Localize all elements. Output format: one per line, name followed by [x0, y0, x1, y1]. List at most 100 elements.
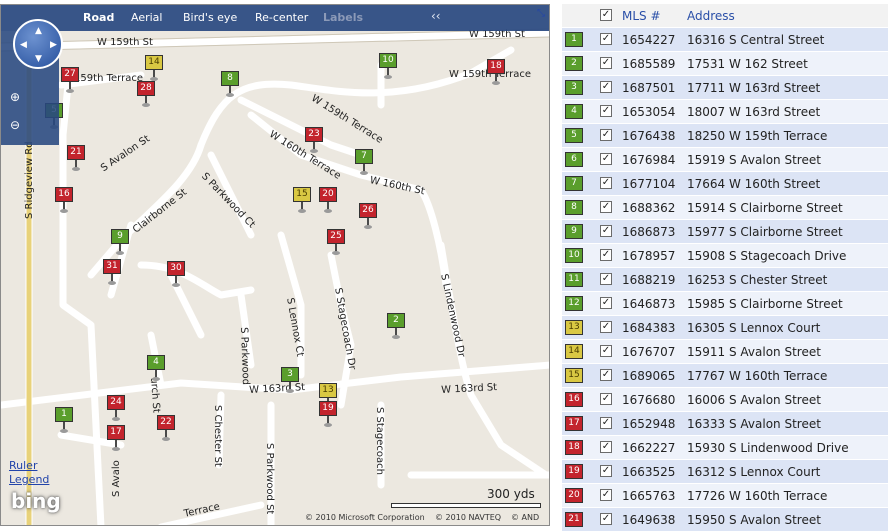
- table-row[interactable]: 7 ✓ 1677104 17664 W 160th Street: [562, 172, 888, 196]
- table-row[interactable]: 8 ✓ 1688362 15914 S Clairborne Street: [562, 196, 888, 220]
- table-row[interactable]: 3 ✓ 1687501 17711 W 163rd Street: [562, 76, 888, 100]
- map-view[interactable]: W 159th St W 159th St W 159th Terrace W …: [0, 4, 550, 526]
- listing-address[interactable]: 17711 W 163rd Street: [687, 81, 820, 95]
- table-row[interactable]: 16 ✓ 1676680 16006 S Avalon Street: [562, 388, 888, 412]
- table-row[interactable]: 1 ✓ 1654227 16316 S Central Street: [562, 28, 888, 52]
- listing-marker-badge[interactable]: 16: [565, 392, 583, 407]
- table-row[interactable]: 11 ✓ 1688219 16253 S Chester Street: [562, 268, 888, 292]
- listing-marker-badge[interactable]: 11: [565, 272, 583, 287]
- row-checkbox[interactable]: ✓: [600, 345, 612, 357]
- map-pin-20[interactable]: 20: [319, 187, 337, 213]
- row-checkbox[interactable]: ✓: [600, 201, 612, 213]
- map-pin-10[interactable]: 10: [379, 53, 397, 79]
- map-pin-19[interactable]: 19: [319, 401, 337, 427]
- listing-marker-badge[interactable]: 13: [565, 320, 583, 335]
- labels-toggle[interactable]: Labels: [323, 11, 363, 24]
- listing-address[interactable]: 17726 W 160th Terrace: [687, 489, 827, 503]
- road-view-button[interactable]: Road: [83, 11, 114, 24]
- table-row[interactable]: 14 ✓ 1676707 15911 S Avalon Street: [562, 340, 888, 364]
- table-row[interactable]: 2 ✓ 1685589 17531 W 162 Street: [562, 52, 888, 76]
- listing-marker-badge[interactable]: 7: [565, 176, 583, 191]
- listing-marker-badge[interactable]: 18: [565, 440, 583, 455]
- birds-eye-view-button[interactable]: Bird's eye: [183, 11, 237, 24]
- listing-address[interactable]: 15919 S Avalon Street: [687, 153, 821, 167]
- listing-address[interactable]: 15985 S Clairborne Street: [687, 297, 843, 311]
- listing-marker-badge[interactable]: 6: [565, 152, 583, 167]
- listing-marker-badge[interactable]: 4: [565, 104, 583, 119]
- listing-address[interactable]: 18007 W 163rd Street: [687, 105, 820, 119]
- listing-address[interactable]: 18250 W 159th Terrace: [687, 129, 827, 143]
- table-row[interactable]: 17 ✓ 1652948 16333 S Avalon Street: [562, 412, 888, 436]
- map-pin-7[interactable]: 7: [355, 149, 373, 175]
- legend-link[interactable]: Legend: [9, 473, 49, 486]
- table-row[interactable]: 9 ✓ 1686873 15977 S Clairborne Street: [562, 220, 888, 244]
- map-pin-18[interactable]: 18: [487, 59, 505, 85]
- map-pin-2[interactable]: 2: [387, 313, 405, 339]
- listing-marker-badge[interactable]: 8: [565, 200, 583, 215]
- row-checkbox[interactable]: ✓: [600, 417, 612, 429]
- table-row[interactable]: 18 ✓ 1662227 15930 S Lindenwood Drive: [562, 436, 888, 460]
- row-checkbox[interactable]: ✓: [600, 57, 612, 69]
- row-checkbox[interactable]: ✓: [600, 489, 612, 501]
- zoom-in-icon[interactable]: ⊕: [7, 89, 23, 105]
- listing-marker-badge[interactable]: 21: [565, 512, 583, 527]
- listing-address[interactable]: 16333 S Avalon Street: [687, 417, 821, 431]
- map-pin-17[interactable]: 17: [107, 425, 125, 451]
- row-checkbox[interactable]: ✓: [600, 225, 612, 237]
- table-row[interactable]: 19 ✓ 1663525 16312 S Lennox Court: [562, 460, 888, 484]
- row-checkbox[interactable]: ✓: [600, 273, 612, 285]
- listing-address[interactable]: 15914 S Clairborne Street: [687, 201, 843, 215]
- pan-down-icon[interactable]: ▼: [35, 55, 42, 64]
- map-pin-30[interactable]: 30: [167, 261, 185, 287]
- map-pin-21[interactable]: 21: [67, 145, 85, 171]
- map-pin-27[interactable]: 27: [61, 67, 79, 93]
- table-row[interactable]: 13 ✓ 1684383 16305 S Lennox Court: [562, 316, 888, 340]
- listing-marker-badge[interactable]: 12: [565, 296, 583, 311]
- listing-marker-badge[interactable]: 3: [565, 80, 583, 95]
- listing-marker-badge[interactable]: 1: [565, 32, 583, 47]
- map-pin-23[interactable]: 23: [305, 127, 323, 153]
- listing-address[interactable]: 17531 W 162 Street: [687, 57, 808, 71]
- table-row[interactable]: 12 ✓ 1646873 15985 S Clairborne Street: [562, 292, 888, 316]
- listing-marker-badge[interactable]: 17: [565, 416, 583, 431]
- row-checkbox[interactable]: ✓: [600, 441, 612, 453]
- map-pin-16[interactable]: 16: [55, 187, 73, 213]
- row-checkbox[interactable]: ✓: [600, 393, 612, 405]
- listing-marker-badge[interactable]: 20: [565, 488, 583, 503]
- zoom-out-icon[interactable]: ⊖: [7, 117, 23, 133]
- aerial-view-button[interactable]: Aerial: [131, 11, 162, 24]
- listing-address[interactable]: 15908 S Stagecoach Drive: [687, 249, 846, 263]
- table-row[interactable]: 20 ✓ 1665763 17726 W 160th Terrace: [562, 484, 888, 508]
- table-row[interactable]: 10 ✓ 1678957 15908 S Stagecoach Drive: [562, 244, 888, 268]
- map-pin-8[interactable]: 8: [221, 71, 239, 97]
- row-checkbox[interactable]: ✓: [600, 153, 612, 165]
- listing-address[interactable]: 16006 S Avalon Street: [687, 393, 821, 407]
- map-pin-4[interactable]: 4: [147, 355, 165, 381]
- map-pin-28[interactable]: 28: [137, 81, 155, 107]
- map-pin-24[interactable]: 24: [107, 395, 125, 421]
- row-checkbox[interactable]: ✓: [600, 33, 612, 45]
- row-checkbox[interactable]: ✓: [600, 369, 612, 381]
- row-checkbox[interactable]: ✓: [600, 297, 612, 309]
- row-checkbox[interactable]: ✓: [600, 465, 612, 477]
- listing-marker-badge[interactable]: 10: [565, 248, 583, 263]
- listing-marker-badge[interactable]: 19: [565, 464, 583, 479]
- map-pin-15[interactable]: 15: [293, 187, 311, 213]
- map-pin-26[interactable]: 26: [359, 203, 377, 229]
- map-pin-22[interactable]: 22: [157, 415, 175, 441]
- listing-marker-badge[interactable]: 5: [565, 128, 583, 143]
- listing-address[interactable]: 15911 S Avalon Street: [687, 345, 821, 359]
- expand-map-icon[interactable]: ⤡: [537, 8, 545, 19]
- map-pin-14[interactable]: 14: [145, 55, 163, 81]
- mls-column-header[interactable]: MLS #: [622, 9, 661, 23]
- select-all-checkbox[interactable]: ✓: [600, 9, 612, 21]
- listing-address[interactable]: 16312 S Lennox Court: [687, 465, 820, 479]
- map-pin-3[interactable]: 3: [281, 367, 299, 393]
- listing-address[interactable]: 16253 S Chester Street: [687, 273, 827, 287]
- address-column-header[interactable]: Address: [687, 9, 735, 23]
- pan-right-icon[interactable]: ▶: [50, 41, 57, 50]
- listing-address[interactable]: 17664 W 160th Street: [687, 177, 820, 191]
- row-checkbox[interactable]: ✓: [600, 177, 612, 189]
- listing-address[interactable]: 15977 S Clairborne Street: [687, 225, 843, 239]
- listing-marker-badge[interactable]: 14: [565, 344, 583, 359]
